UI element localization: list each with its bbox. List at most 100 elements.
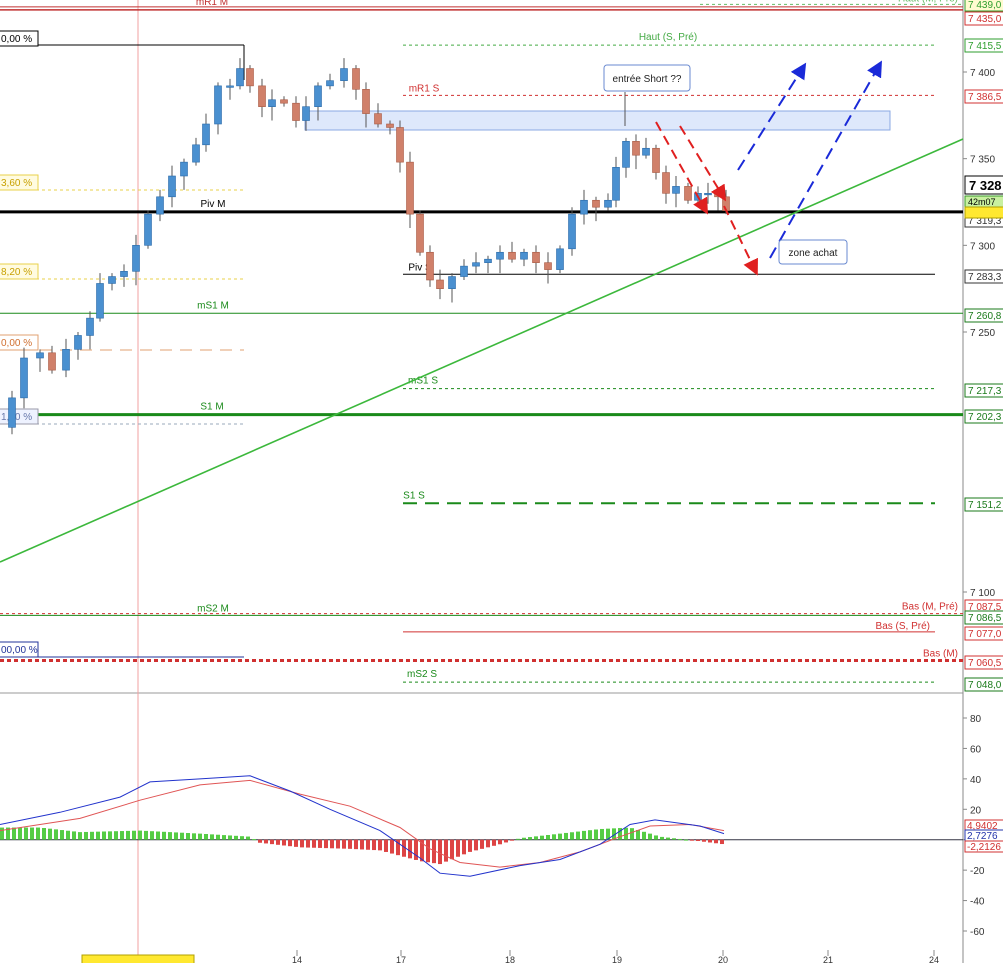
macd-hist-bar xyxy=(12,827,16,840)
level-value-label: 7 386,5 xyxy=(968,92,1002,103)
macd-hist-bar xyxy=(366,839,370,850)
macd-hist-bar xyxy=(108,831,112,840)
price-tick-label: 7 350 xyxy=(970,155,995,166)
level-value-label: 7 202,3 xyxy=(968,412,1002,423)
macd-hist-bar xyxy=(414,839,418,860)
macd-hist-bar xyxy=(42,827,46,840)
level-label: mR1 M xyxy=(196,0,228,8)
price-tick-label: 7 100 xyxy=(970,588,995,599)
x-tick-label: 14 xyxy=(292,955,302,963)
macd-hist-bar xyxy=(270,839,274,845)
candle-body xyxy=(314,85,322,107)
level-value-label: 7 048,0 xyxy=(968,680,1002,691)
macd-hist-bar xyxy=(132,830,136,840)
candle-body xyxy=(568,213,576,250)
level-label: mS1 M xyxy=(197,300,229,311)
macd-hist-bar xyxy=(126,830,130,840)
level-label: mS2 M xyxy=(197,603,229,614)
macd-hist-bar xyxy=(24,827,28,840)
level-value-label: 7 077,0 xyxy=(968,629,1002,640)
candle-body xyxy=(192,144,200,163)
macd-hist-bar xyxy=(480,839,484,849)
candle-body xyxy=(74,335,82,350)
macd-hist-bar xyxy=(342,839,346,849)
macd-hist-bar xyxy=(0,827,4,840)
macd-hist-bar xyxy=(78,832,82,840)
candle-body xyxy=(496,251,504,260)
candle-body xyxy=(362,89,370,114)
macd-hist-bar xyxy=(198,833,202,840)
macd-tick-label: 20 xyxy=(970,805,982,816)
candle-body xyxy=(36,352,44,359)
macd-hist-bar xyxy=(660,836,664,840)
macd-hist-bar xyxy=(384,839,388,852)
fib-label: 8,20 % xyxy=(1,267,32,278)
macd-hist-bar xyxy=(600,828,604,840)
macd-hist-bar xyxy=(210,834,214,840)
macd-hist-bar xyxy=(264,839,268,844)
macd-hist-bar xyxy=(240,836,244,840)
macd-hist-bar xyxy=(96,831,100,840)
macd-hist-bar xyxy=(534,836,538,840)
level-label: Bas (M, Pré) xyxy=(902,602,958,613)
level-value-label: 7 283,3 xyxy=(968,272,1002,283)
candle-body xyxy=(268,99,276,107)
macd-hist-bar xyxy=(282,839,286,846)
candle-body xyxy=(120,271,128,277)
candle-body xyxy=(448,276,456,289)
candle-body xyxy=(484,258,492,263)
candle-body xyxy=(96,283,104,319)
macd-hist-bar xyxy=(84,831,88,840)
x-tick-label: 18 xyxy=(505,955,515,963)
macd-hist-bar xyxy=(570,832,574,840)
candle-body xyxy=(520,251,528,260)
cursor-date-box xyxy=(81,954,195,966)
candle-body xyxy=(556,248,564,270)
candle-body xyxy=(662,172,670,194)
candle-body xyxy=(62,349,70,371)
candle-body xyxy=(292,102,300,121)
macd-hist-bar xyxy=(408,839,412,859)
macd-tick-label: 40 xyxy=(970,775,982,786)
x-tick-label: 19 xyxy=(612,955,622,963)
candle-body xyxy=(652,147,660,173)
macd-hist-bar xyxy=(18,827,22,840)
macd-hist-bar xyxy=(684,839,688,841)
macd-hist-bar xyxy=(444,839,448,862)
fib-label: 0,00 % xyxy=(1,34,32,45)
candle-body xyxy=(592,199,600,208)
level-value-label: 7 151,2 xyxy=(968,500,1002,511)
level-label: S1 M xyxy=(200,402,223,413)
chart-svg[interactable]: mR1 M Haut (M, Pré) Haut (S, Pré) mR1 S Piv … xyxy=(0,0,1003,966)
macd-hist-bar xyxy=(72,831,76,840)
macd-hist-bar xyxy=(162,831,166,840)
candle-body xyxy=(642,147,650,156)
entry-short-label: entrée Short ?? xyxy=(613,74,682,85)
macd-hist-bar xyxy=(174,832,178,840)
macd-hist-bar xyxy=(708,839,712,843)
timer-label: 42m07 xyxy=(968,197,996,207)
macd-tick-label: -60 xyxy=(970,927,985,938)
candle-body xyxy=(226,85,234,88)
macd-hist-bar xyxy=(186,833,190,840)
macd-hist-bar xyxy=(450,839,454,860)
fib-label: 0,00 % xyxy=(1,338,32,349)
macd-hist-bar xyxy=(438,839,442,865)
fib-label: 3,60 % xyxy=(1,178,32,189)
current-price-label: 7 328 xyxy=(969,178,1002,193)
macd-hist-bar xyxy=(522,837,526,840)
x-tick-label: 20 xyxy=(718,955,728,963)
macd-hist-bar xyxy=(636,829,640,840)
candle-body xyxy=(374,113,382,125)
macd-hist-bar xyxy=(378,839,382,851)
candle-body xyxy=(508,251,516,260)
trading-chart[interactable]: mR1 M Haut (M, Pré) Haut (S, Pré) mR1 S Piv … xyxy=(0,0,1003,966)
candle-body xyxy=(632,141,640,156)
macd-hist-bar xyxy=(672,838,676,840)
x-tick-label: 17 xyxy=(396,955,406,963)
macd-value-label: -2,2126 xyxy=(967,842,1001,853)
macd-hist-bar xyxy=(552,834,556,840)
macd-hist-bar xyxy=(48,828,52,840)
level-label: Bas (S, Pré) xyxy=(876,621,930,632)
level-value-label: 7 439,0 xyxy=(968,0,1002,11)
